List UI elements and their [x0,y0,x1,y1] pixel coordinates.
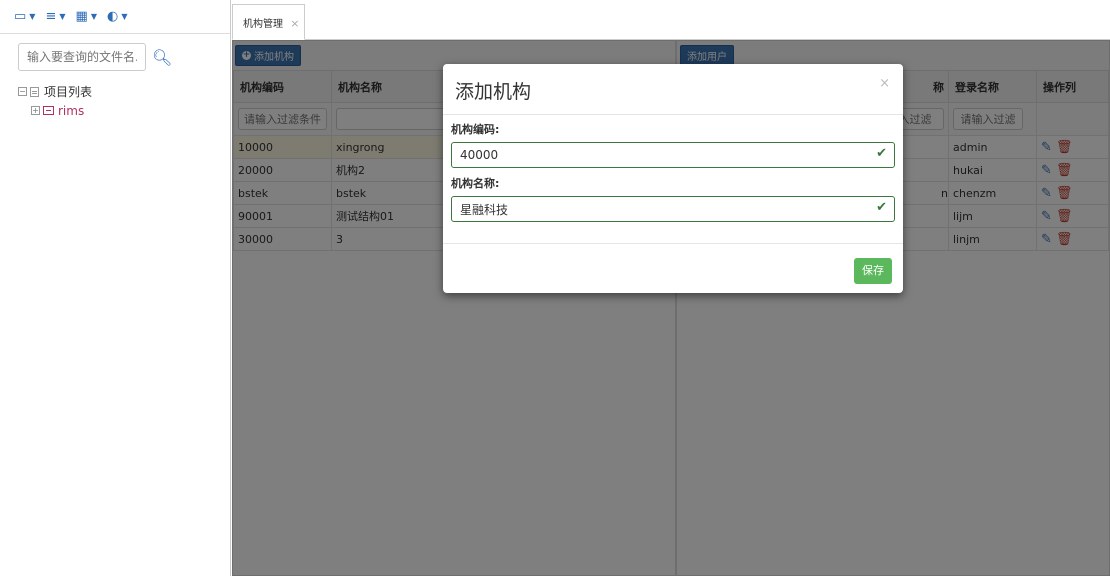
org-code-label: 机构编码: [451,123,500,136]
shield-icon: ◐ [106,9,119,24]
caret-down-icon: ▼ [59,12,66,21]
caret-down-icon: ▼ [29,12,36,21]
org-name-field: ✔ [451,196,895,222]
modal-title: 添加机构 [455,81,532,103]
org-name-input[interactable] [451,196,895,222]
org-code-input[interactable] [451,142,895,168]
caret-down-icon: ▼ [90,12,97,21]
close-icon[interactable]: × [290,17,299,30]
tree-item-rims[interactable]: + rims [18,101,230,120]
project-tree: − 项目列表 + rims [0,71,230,120]
file-search-input[interactable] [18,43,146,71]
tab-label: 机构管理 [243,19,283,30]
grid-icon: ▦ [75,9,88,24]
add-org-modal: 添加机构 × 机构编码: ✔ 机构名称: ✔ 保存 [443,64,903,293]
check-icon: ✔ [876,200,887,215]
list-dropdown-button[interactable]: ≡ ▼ [45,9,65,24]
shield-dropdown-button[interactable]: ◐ ▼ [107,9,128,24]
close-icon[interactable]: × [879,76,890,91]
save-button[interactable]: 保存 [854,258,892,284]
sidebar-toolbar: ▭ ▼ ≡ ▼ ▦ ▼ ◐ ▼ [0,0,230,34]
search-icon[interactable]: 🔍︎ [152,48,172,67]
caret-down-icon: ▼ [121,12,128,21]
monitor-dropdown-button[interactable]: ▭ ▼ [14,9,35,24]
org-code-field: ✔ [451,142,895,168]
list-icon: ≡ [45,9,57,24]
sidebar: ▭ ▼ ≡ ▼ ▦ ▼ ◐ ▼ 🔍︎ − 项目列表 + rims [0,0,231,576]
monitor-icon: ▭ [14,9,27,24]
folder-icon [43,106,54,115]
check-icon: ✔ [876,146,887,161]
grid-dropdown-button[interactable]: ▦ ▼ [76,9,97,24]
tree-item-label: rims [58,103,85,118]
tree-root[interactable]: − 项目列表 [18,82,230,101]
collapse-icon[interactable]: − [18,87,27,96]
expand-icon[interactable]: + [31,106,40,115]
document-icon [30,86,39,97]
tab-org-management[interactable]: 机构管理 × [232,4,305,40]
file-search: 🔍︎ [0,34,230,71]
tab-bar: 机构管理 × [232,0,1110,40]
org-name-label: 机构名称: [451,177,500,190]
modal-header: 添加机构 × [443,64,903,115]
modal-footer: 保存 [443,243,903,293]
tree-root-label: 项目列表 [44,85,93,99]
modal-body: 机构编码: ✔ 机构名称: ✔ [443,115,903,222]
